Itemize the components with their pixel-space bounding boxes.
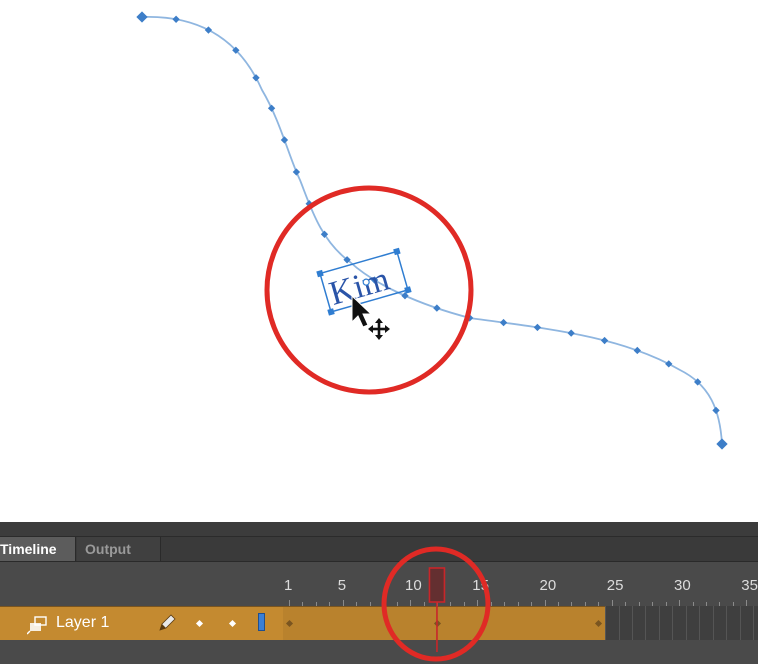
path-node[interactable] bbox=[172, 15, 180, 23]
symbol-instance[interactable]: Kim bbox=[316, 247, 412, 316]
motion-tween-span[interactable] bbox=[283, 606, 606, 640]
empty-frame-divider bbox=[726, 606, 728, 640]
frame-number: 1 bbox=[284, 577, 293, 594]
transform-handle-top-left[interactable] bbox=[316, 269, 324, 278]
frame-number: 20 bbox=[539, 577, 557, 594]
path-node[interactable] bbox=[204, 26, 213, 34]
motion-path[interactable] bbox=[141, 16, 723, 445]
frame-number: 25 bbox=[606, 577, 624, 594]
empty-frame-divider bbox=[605, 606, 607, 640]
frame-number: 35 bbox=[741, 577, 758, 594]
empty-frame-divider bbox=[618, 606, 620, 640]
lock-dot[interactable] bbox=[228, 619, 237, 628]
layer-name[interactable]: Layer 1 bbox=[56, 614, 109, 632]
tab-timeline[interactable]: Timeline bbox=[0, 537, 76, 561]
stage[interactable]: Kim bbox=[0, 0, 758, 522]
frame-number: 30 bbox=[674, 577, 691, 594]
visibility-dot[interactable] bbox=[195, 619, 204, 628]
empty-frame-divider bbox=[685, 606, 687, 640]
timeline-bottom-strip bbox=[0, 640, 758, 664]
path-end-keyframe[interactable] bbox=[716, 438, 728, 450]
path-node[interactable] bbox=[600, 336, 609, 345]
frames-area[interactable] bbox=[283, 606, 758, 640]
frame-number: 5 bbox=[337, 577, 347, 594]
frame-ruler[interactable]: 1 5 10 15 20 25 30 35 bbox=[283, 562, 758, 606]
path-node[interactable] bbox=[567, 329, 575, 337]
path-node[interactable] bbox=[433, 304, 441, 312]
path-node[interactable] bbox=[465, 314, 474, 322]
panel-top-strip bbox=[0, 522, 758, 537]
empty-frame-divider bbox=[672, 606, 674, 640]
layer-color-swatch[interactable] bbox=[258, 613, 265, 631]
path-node[interactable] bbox=[252, 74, 260, 82]
transform-handle-top-right[interactable] bbox=[393, 247, 401, 256]
empty-frame-divider bbox=[631, 606, 633, 640]
frame-number: 15 bbox=[472, 577, 489, 594]
path-node[interactable] bbox=[712, 406, 720, 415]
tab-output[interactable]: Output bbox=[77, 537, 161, 561]
frame-number: 10 bbox=[405, 577, 422, 594]
motion-layer-icon bbox=[27, 616, 47, 635]
empty-frame-divider bbox=[699, 606, 701, 640]
layer-name-cell[interactable]: Layer 1 bbox=[0, 606, 283, 640]
path-node[interactable] bbox=[665, 360, 673, 368]
panel-tab-bar: Timeline Output bbox=[0, 537, 758, 562]
timeline-panel: Timeline Output 1 5 10 15 20 25 30 35 Layer 1 bbox=[0, 522, 758, 664]
path-start-keyframe[interactable] bbox=[136, 11, 148, 23]
empty-frame-divider bbox=[739, 606, 741, 640]
path-node[interactable] bbox=[499, 318, 508, 327]
pencil-icon[interactable] bbox=[157, 613, 177, 633]
empty-frame-divider bbox=[712, 606, 714, 640]
path-node[interactable] bbox=[533, 323, 542, 332]
path-node[interactable] bbox=[280, 136, 289, 144]
empty-frame-divider bbox=[658, 606, 660, 640]
path-node[interactable] bbox=[633, 346, 641, 355]
move-cursor-icon bbox=[368, 318, 390, 340]
empty-frame-divider bbox=[645, 606, 647, 640]
path-node[interactable] bbox=[305, 200, 313, 208]
path-node[interactable] bbox=[267, 104, 276, 112]
empty-frame-divider bbox=[753, 606, 755, 640]
stage-canvas[interactable]: Kim bbox=[0, 0, 758, 522]
path-node[interactable] bbox=[292, 168, 301, 176]
